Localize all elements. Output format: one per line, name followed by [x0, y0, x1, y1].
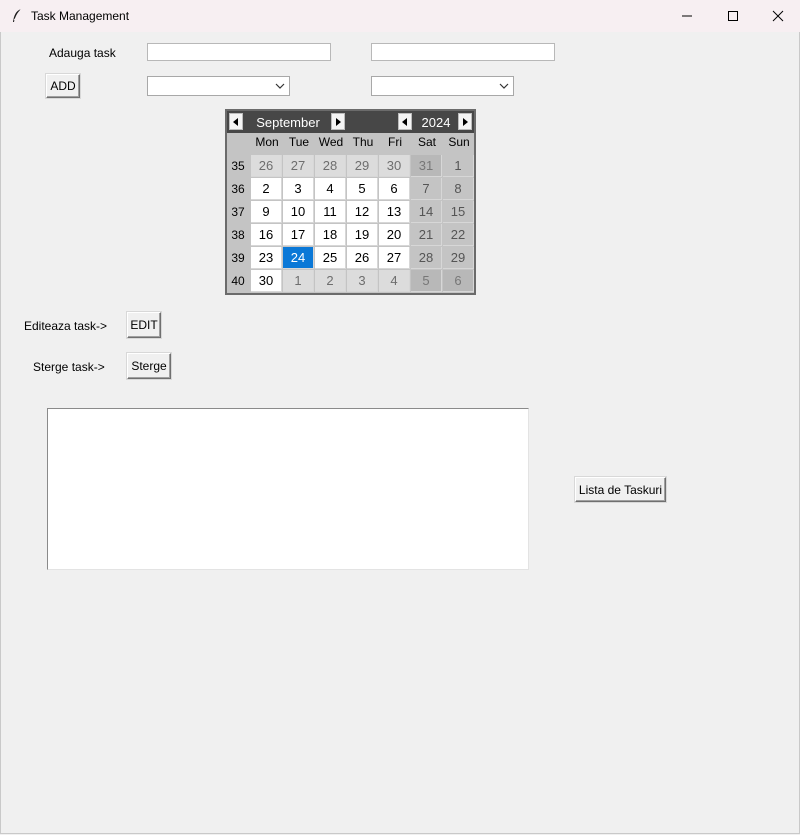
calendar-day[interactable]: 6 — [443, 270, 474, 292]
calendar-day[interactable]: 28 — [411, 247, 442, 269]
calendar-day[interactable]: 30 — [251, 270, 282, 292]
add-button[interactable]: ADD — [46, 74, 80, 98]
feather-icon — [13, 8, 22, 22]
calendar-day[interactable]: 23 — [251, 247, 282, 269]
calendar-day[interactable]: 5 — [411, 270, 442, 292]
chevron-down-icon — [275, 83, 285, 89]
weekday-header: Sun — [448, 135, 470, 149]
week-number: 38 — [231, 228, 245, 242]
weekday-header: Thu — [352, 135, 374, 149]
calendar-day[interactable]: 31 — [411, 155, 442, 177]
calendar-day[interactable]: 3 — [347, 270, 378, 292]
add-button-label: ADD — [50, 79, 76, 93]
calendar-year: 2024 — [421, 115, 451, 130]
calendar-day[interactable]: 29 — [347, 155, 378, 177]
calendar-day[interactable]: 8 — [443, 178, 474, 200]
calendar-day[interactable]: 2 — [315, 270, 346, 292]
calendar-day[interactable]: 3 — [283, 178, 314, 200]
calendar-day[interactable]: 21 — [411, 224, 442, 246]
calendar-day[interactable]: 14 — [411, 201, 442, 223]
delete-button[interactable]: Sterge — [127, 353, 171, 379]
weekday-header: Sat — [417, 135, 436, 149]
edit-button-label: EDIT — [130, 318, 158, 332]
calendar-day[interactable]: 4 — [315, 178, 346, 200]
calendar-day[interactable]: 28 — [315, 155, 346, 177]
calendar-day[interactable]: 16 — [251, 224, 282, 246]
maximize-button[interactable] — [710, 0, 756, 32]
maximize-icon — [728, 11, 738, 21]
add-task-label: Adauga task — [49, 46, 116, 60]
task-list-button[interactable]: Lista de Taskuri — [575, 477, 666, 502]
calendar-day[interactable]: 25 — [315, 247, 346, 269]
calendar-day[interactable]: 10 — [283, 201, 314, 223]
calendar-day[interactable]: 17 — [283, 224, 314, 246]
next-year-button[interactable] — [458, 113, 472, 130]
calendar-day[interactable]: 26 — [251, 155, 282, 177]
calendar-day[interactable]: 1 — [443, 155, 474, 177]
calendar-day[interactable]: 29 — [443, 247, 474, 269]
calendar-day[interactable]: 30 — [379, 155, 410, 177]
calendar-day-selected[interactable]: 24 — [283, 247, 314, 269]
calendar-day[interactable]: 26 — [347, 247, 378, 269]
next-month-button[interactable] — [331, 113, 345, 130]
title-bar: Task Management — [0, 0, 800, 32]
task-name-field[interactable] — [147, 43, 331, 61]
close-icon — [772, 10, 784, 22]
task-detail-field[interactable] — [371, 43, 555, 61]
calendar-header: September 2024 — [227, 111, 474, 133]
weekday-header: Fri — [388, 135, 402, 149]
calendar-day[interactable]: 12 — [347, 201, 378, 223]
weekday-header: Mon — [255, 135, 279, 149]
calendar-day[interactable]: 13 — [379, 201, 410, 223]
date-calendar: September 2024 Mon Tue Wed Thu Fri Sat Sun 35 26… — [225, 109, 476, 295]
combo-select-1[interactable] — [147, 76, 290, 96]
weekday-header: Tue — [288, 135, 310, 149]
calendar-day[interactable]: 6 — [379, 178, 410, 200]
arrow-left-icon — [233, 118, 238, 126]
week-number: 40 — [231, 274, 245, 288]
calendar-day[interactable]: 11 — [315, 201, 346, 223]
week-number: 39 — [231, 251, 245, 265]
calendar-day[interactable]: 27 — [283, 155, 314, 177]
arrow-right-icon — [336, 118, 341, 126]
week-number: 35 — [231, 159, 245, 173]
delete-button-label: Sterge — [131, 359, 167, 373]
edit-button[interactable]: EDIT — [127, 312, 161, 338]
minimize-icon — [682, 15, 692, 17]
calendar-day[interactable]: 27 — [379, 247, 410, 269]
chevron-down-icon — [499, 83, 509, 89]
prev-month-button[interactable] — [229, 113, 243, 130]
close-button[interactable] — [755, 0, 800, 32]
calendar-day[interactable]: 4 — [379, 270, 410, 292]
calendar-day[interactable]: 7 — [411, 178, 442, 200]
edit-task-label: Editeaza task-> — [24, 319, 108, 333]
arrow-left-icon — [402, 118, 407, 126]
calendar-day[interactable]: 15 — [443, 201, 474, 223]
weekday-header: Wed — [318, 135, 344, 149]
minimize-button[interactable] — [664, 0, 710, 32]
calendar-day[interactable]: 1 — [283, 270, 314, 292]
week-number: 36 — [231, 182, 245, 196]
prev-year-button[interactable] — [398, 113, 412, 130]
calendar-day[interactable]: 20 — [379, 224, 410, 246]
calendar-day[interactable]: 5 — [347, 178, 378, 200]
window-title: Task Management — [31, 9, 130, 23]
calendar-day[interactable]: 18 — [315, 224, 346, 246]
delete-task-label: Sterge task-> — [33, 360, 105, 374]
task-listbox[interactable] — [47, 408, 529, 570]
calendar-day[interactable]: 9 — [251, 201, 282, 223]
calendar-day[interactable]: 22 — [443, 224, 474, 246]
arrow-right-icon — [463, 118, 468, 126]
calendar-grid: Mon Tue Wed Thu Fri Sat Sun 35 26 27 28 29 30 31 1 36 2 3… — [227, 133, 474, 293]
week-number: 37 — [231, 205, 245, 219]
calendar-day[interactable]: 2 — [251, 178, 282, 200]
combo-select-2[interactable] — [371, 76, 514, 96]
calendar-month: September — [256, 115, 320, 130]
task-list-button-label: Lista de Taskuri — [578, 483, 663, 497]
calendar-day[interactable]: 19 — [347, 224, 378, 246]
